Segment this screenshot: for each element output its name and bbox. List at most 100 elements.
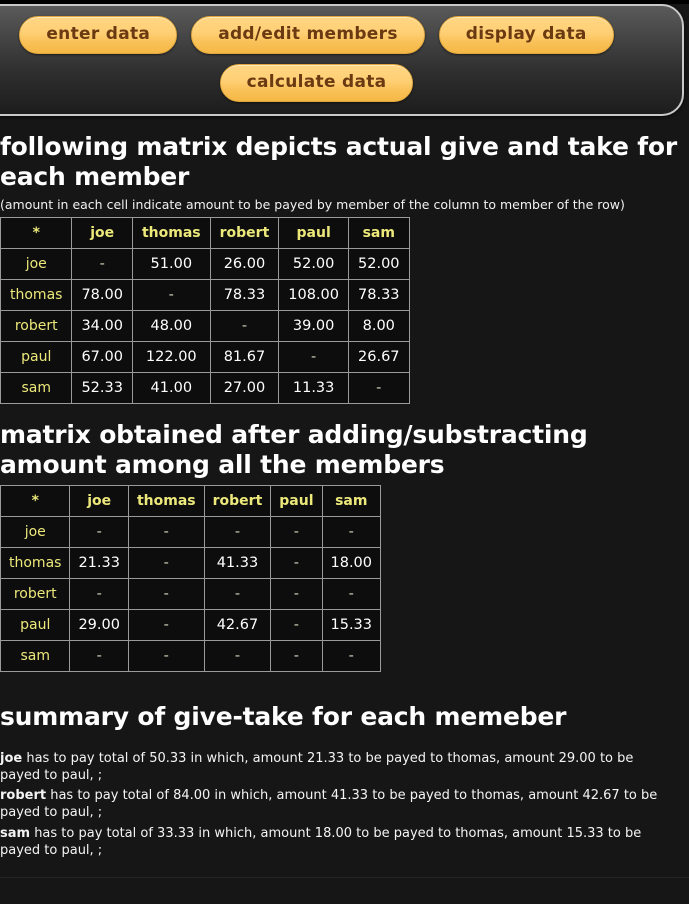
cell-joe-paul: 52.00 bbox=[278, 248, 350, 280]
cell-robert-thomas: - bbox=[127, 578, 205, 610]
row-header-paul: paul bbox=[0, 609, 71, 641]
table-row: paul 29.00 - 42.67 - 15.33 bbox=[0, 609, 382, 641]
column-header-sam: sam bbox=[321, 485, 382, 517]
cell-paul-paul: - bbox=[278, 341, 350, 373]
cell-thomas-joe: 21.33 bbox=[69, 547, 129, 579]
table-row: robert 34.00 48.00 - 39.00 8.00 bbox=[0, 310, 410, 342]
cell-robert-sam: - bbox=[321, 578, 382, 610]
cell-sam-paul: 11.33 bbox=[278, 372, 350, 404]
summary-member-name: sam bbox=[0, 825, 31, 841]
cell-paul-sam: 26.67 bbox=[348, 341, 410, 373]
column-header-paul: paul bbox=[270, 485, 323, 517]
cell-thomas-robert: 41.33 bbox=[203, 547, 272, 579]
cell-sam-sam: - bbox=[321, 640, 382, 672]
page-root: enter data add/edit members display data… bbox=[0, 4, 689, 904]
row-header-sam: sam bbox=[0, 640, 71, 672]
column-header-joe: joe bbox=[71, 217, 133, 249]
column-header-robert: robert bbox=[203, 485, 272, 517]
cell-sam-paul: - bbox=[270, 640, 323, 672]
cell-sam-joe: - bbox=[69, 640, 129, 672]
table-row: thomas 78.00 - 78.33 108.00 78.33 bbox=[0, 279, 410, 311]
actual-matrix-subtitle: (amount in each cell indicate amount to … bbox=[0, 197, 625, 212]
cell-robert-robert: - bbox=[203, 578, 272, 610]
cell-joe-thomas: 51.00 bbox=[131, 248, 211, 280]
summary-item-sam: sam has to pay total of 33.33 in which, … bbox=[0, 825, 675, 860]
cell-sam-thomas: 41.00 bbox=[131, 372, 211, 404]
column-header-paul: paul bbox=[278, 217, 350, 249]
cell-paul-joe: 29.00 bbox=[69, 609, 129, 641]
calculate-data-button[interactable]: calculate data bbox=[219, 64, 414, 102]
cell-robert-thomas: 48.00 bbox=[131, 310, 211, 342]
settled-matrix-wrapper: * joe thomas robert paul sam joe - - - -… bbox=[0, 485, 689, 672]
cell-paul-robert: 42.67 bbox=[203, 609, 272, 641]
cell-robert-sam: 8.00 bbox=[348, 310, 410, 342]
row-header-sam: sam bbox=[0, 372, 73, 404]
cell-joe-paul: - bbox=[270, 516, 323, 548]
column-header-thomas: thomas bbox=[131, 217, 211, 249]
actual-matrix-wrapper: * joe thomas robert paul sam joe - 51.00… bbox=[0, 217, 689, 404]
nav-row-secondary: calculate data bbox=[0, 64, 674, 102]
enter-data-button[interactable]: enter data bbox=[19, 16, 178, 54]
column-header-robert: robert bbox=[209, 217, 280, 249]
cell-joe-robert: - bbox=[203, 516, 272, 548]
row-header-robert: robert bbox=[0, 310, 73, 342]
cell-robert-paul: 39.00 bbox=[278, 310, 350, 342]
cell-joe-joe: - bbox=[71, 248, 133, 280]
table-header-row: * joe thomas robert paul sam bbox=[0, 485, 382, 517]
table-row: joe - 51.00 26.00 52.00 52.00 bbox=[0, 248, 410, 280]
column-header-joe: joe bbox=[69, 485, 129, 517]
cell-sam-thomas: - bbox=[127, 640, 205, 672]
cell-paul-thomas: - bbox=[127, 609, 205, 641]
add-edit-members-button[interactable]: add/edit members bbox=[191, 16, 425, 54]
cell-thomas-paul: - bbox=[270, 547, 323, 579]
actual-matrix-title: following matrix depicts actual give and… bbox=[0, 132, 677, 191]
table-row: paul 67.00 122.00 81.67 - 26.67 bbox=[0, 341, 410, 373]
cell-robert-paul: - bbox=[270, 578, 323, 610]
summary-detail-text: has to pay total of 50.33 in which, amou… bbox=[0, 750, 634, 783]
cell-joe-thomas: - bbox=[127, 516, 205, 548]
cell-robert-joe: 34.00 bbox=[71, 310, 133, 342]
cell-thomas-joe: 78.00 bbox=[71, 279, 133, 311]
cell-sam-sam: - bbox=[348, 372, 410, 404]
cell-sam-robert: - bbox=[203, 640, 272, 672]
cell-paul-sam: 15.33 bbox=[321, 609, 382, 641]
cell-paul-robert: 81.67 bbox=[209, 341, 280, 373]
actual-give-take-matrix: * joe thomas robert paul sam joe - 51.00… bbox=[0, 217, 410, 404]
settled-matrix: * joe thomas robert paul sam joe - - - -… bbox=[0, 485, 382, 672]
row-header-thomas: thomas bbox=[0, 279, 73, 311]
column-header-star: * bbox=[0, 485, 71, 517]
summary-detail-text: has to pay total of 33.33 in which, amou… bbox=[0, 825, 642, 858]
cell-paul-thomas: 122.00 bbox=[131, 341, 211, 373]
summary-list: joe has to pay total of 50.33 in which, … bbox=[0, 750, 689, 860]
summary-detail-text: has to pay total of 84.00 in which, amou… bbox=[0, 788, 658, 821]
table-header-row: * joe thomas robert paul sam bbox=[0, 217, 410, 249]
cell-sam-joe: 52.33 bbox=[71, 372, 133, 404]
column-header-sam: sam bbox=[348, 217, 410, 249]
row-header-joe: joe bbox=[0, 516, 71, 548]
table-row: joe - - - - - bbox=[0, 516, 382, 548]
column-header-thomas: thomas bbox=[127, 485, 205, 517]
table-row: sam 52.33 41.00 27.00 11.33 - bbox=[0, 372, 410, 404]
top-navigation-bar: enter data add/edit members display data… bbox=[0, 4, 684, 116]
summary-member-name: joe bbox=[0, 750, 23, 766]
row-header-thomas: thomas bbox=[0, 547, 71, 579]
content-bottom-divider bbox=[0, 877, 689, 879]
cell-robert-joe: - bbox=[69, 578, 129, 610]
column-header-star: * bbox=[0, 217, 73, 249]
table-row: sam - - - - - bbox=[0, 640, 382, 672]
summary-member-name: robert bbox=[0, 788, 47, 804]
cell-thomas-paul: 108.00 bbox=[278, 279, 350, 311]
display-data-button[interactable]: display data bbox=[438, 16, 614, 54]
row-header-joe: joe bbox=[0, 248, 73, 280]
table-row: robert - - - - - bbox=[0, 578, 382, 610]
summary-item-robert: robert has to pay total of 84.00 in whic… bbox=[0, 787, 675, 822]
summary-title: summary of give-take for each memeber bbox=[0, 702, 567, 731]
cell-paul-paul: - bbox=[270, 609, 323, 641]
cell-robert-robert: - bbox=[209, 310, 280, 342]
cell-thomas-sam: 18.00 bbox=[321, 547, 382, 579]
cell-thomas-thomas: - bbox=[127, 547, 205, 579]
cell-paul-joe: 67.00 bbox=[71, 341, 133, 373]
cell-joe-sam: 52.00 bbox=[348, 248, 410, 280]
table-row: thomas 21.33 - 41.33 - 18.00 bbox=[0, 547, 382, 579]
cell-thomas-robert: 78.33 bbox=[209, 279, 280, 311]
